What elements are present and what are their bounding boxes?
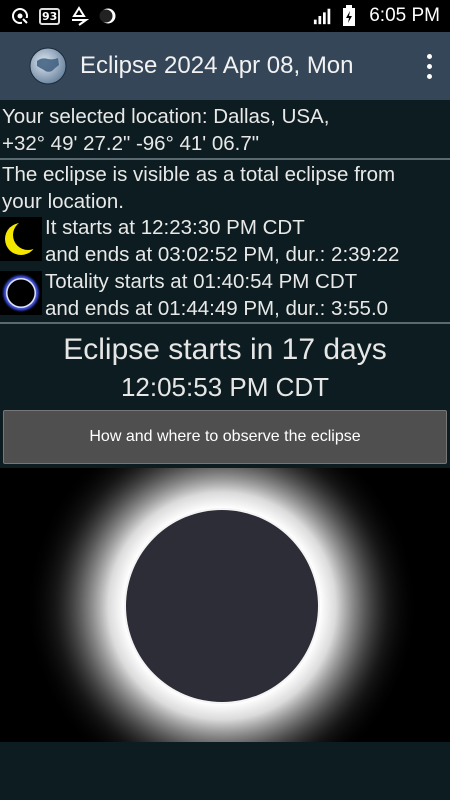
status-time: 6:05 PM xyxy=(369,5,440,26)
visibility-line-2: your location. xyxy=(2,190,124,213)
eclipse-illustration xyxy=(0,468,450,742)
crescent-moon-icon xyxy=(0,217,43,261)
location-name: Your selected location: Dallas, USA, xyxy=(2,105,330,128)
total-eclipse-icon xyxy=(0,271,42,315)
location-info: Your selected location: Dallas, USA, +32… xyxy=(0,100,450,158)
eclipse-info: Your selected location: Dallas, USA, +32… xyxy=(0,100,450,324)
signal-icon xyxy=(313,6,333,26)
globe-icon[interactable] xyxy=(28,46,68,86)
partial-start: It starts at 12:23:30 PM CDT xyxy=(45,216,305,239)
totality-start: Totality starts at 01:40:54 PM CDT xyxy=(45,270,358,293)
app-title: Eclipse 2024 Apr 08, Mon xyxy=(80,52,354,79)
observe-eclipse-button[interactable]: How and where to observe the eclipse xyxy=(3,410,447,464)
countdown-headline: Eclipse starts in 17 days xyxy=(63,333,387,366)
gps-icon xyxy=(10,6,30,26)
app-bar: Eclipse 2024 Apr 08, Mon xyxy=(0,32,450,100)
moon-phase-icon xyxy=(98,6,118,26)
location-coordinates: +32° 49' 27.2" -96° 41' 06.7" xyxy=(2,132,260,155)
divider xyxy=(0,322,450,324)
visibility-info: The eclipse is visible as a total eclips… xyxy=(0,160,450,214)
moon-disk xyxy=(126,510,318,702)
status-bar: 93 6:05 PM xyxy=(0,0,450,32)
countdown-clock: 12:05:53 PM CDT xyxy=(120,372,330,402)
overflow-menu-icon[interactable] xyxy=(422,51,436,81)
totality-row: Totality starts at 01:40:54 PM CDT and e… xyxy=(0,268,450,322)
partial-end: and ends at 03:02:52 PM, dur.: 2:39:22 xyxy=(45,243,400,266)
bottom-area xyxy=(0,742,450,800)
visibility-line-1: The eclipse is visible as a total eclips… xyxy=(2,163,396,186)
partial-phase-row: It starts at 12:23:30 PM CDT and ends at… xyxy=(0,214,450,268)
totality-end: and ends at 01:44:49 PM, dur.: 3:55.0 xyxy=(45,297,389,320)
battery-charging-icon xyxy=(339,5,359,26)
notification-badge: 93 xyxy=(39,7,61,25)
recycle-icon xyxy=(69,6,90,26)
countdown: Eclipse starts in 17 days 12:05:53 PM CD… xyxy=(0,330,450,404)
